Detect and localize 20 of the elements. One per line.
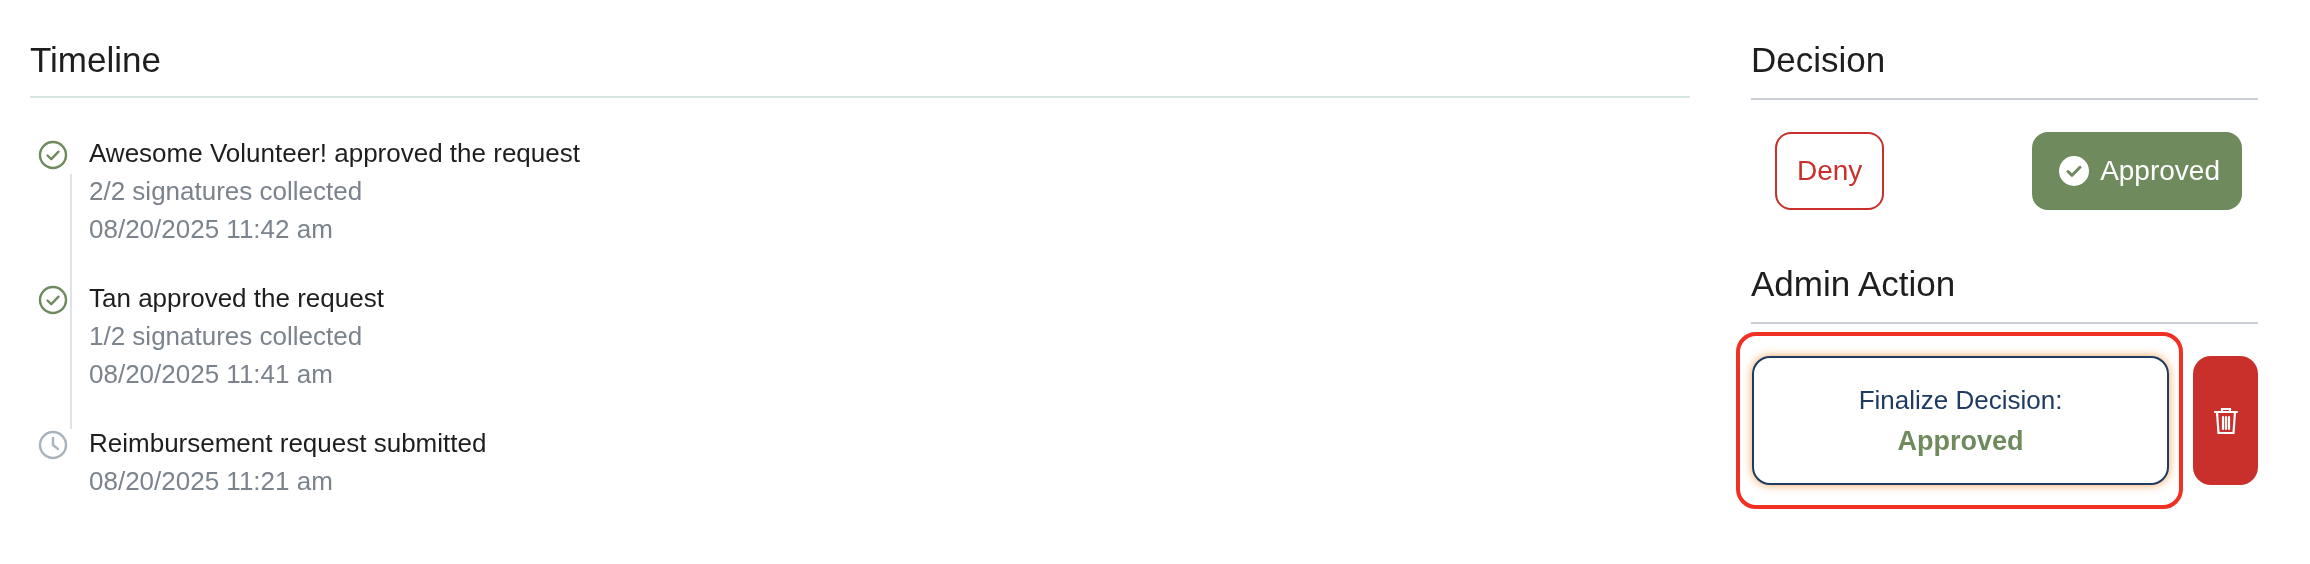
section-title: Decision bbox=[1751, 39, 1887, 81]
clock-icon bbox=[38, 430, 68, 460]
event-time: 08/20/2025 11:21 am bbox=[89, 465, 334, 498]
section-title: Admin Action bbox=[1751, 263, 1957, 305]
event-time: 08/20/2025 11:41 am bbox=[89, 358, 334, 391]
check-circle-icon bbox=[38, 140, 68, 170]
event-detail: 2/2 signatures collected bbox=[89, 175, 364, 208]
event-title: Awesome Volunteer! approved the request bbox=[89, 137, 580, 170]
event-title: Tan approved the request bbox=[89, 282, 384, 315]
trash-icon bbox=[2212, 405, 2239, 436]
event-detail: 1/2 signatures collected bbox=[89, 320, 364, 353]
approve-button[interactable]: Approved bbox=[2032, 132, 2242, 210]
deny-button[interactable]: Deny bbox=[1775, 132, 1885, 210]
delete-button[interactable] bbox=[2193, 356, 2258, 485]
event-title: Reimbursement request submitted bbox=[89, 427, 487, 460]
event-time: 08/20/2025 11:42 am bbox=[89, 213, 334, 246]
check-circle-icon bbox=[2058, 155, 2091, 187]
check-circle-icon bbox=[38, 285, 68, 315]
section-title: Timeline bbox=[30, 39, 162, 81]
finalize-button[interactable]: Finalize Decision: Approved bbox=[1752, 356, 2169, 485]
